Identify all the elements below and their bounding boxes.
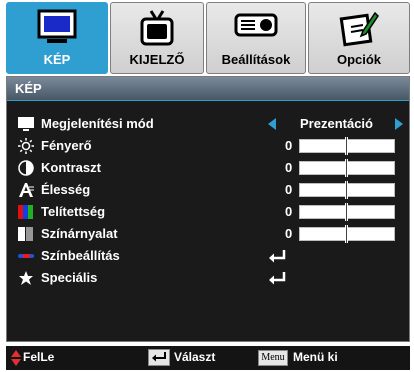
slider-knob[interactable] <box>345 203 348 221</box>
up-down-icon <box>10 349 22 372</box>
enter-key-icon <box>148 349 170 366</box>
row-label: Speciális <box>41 270 98 285</box>
sharpness-value: 0 <box>285 182 293 197</box>
row-label: Megjelenítési mód <box>41 116 154 131</box>
row-label: Színárnyalat <box>41 226 118 241</box>
slider-knob[interactable] <box>345 159 348 177</box>
saturation-value: 0 <box>285 204 293 219</box>
sharpness-icon <box>17 181 35 199</box>
tv-icon <box>137 9 177 52</box>
projector-icon <box>233 9 279 48</box>
menu-key-icon: Menu <box>258 350 288 366</box>
slider-knob[interactable] <box>345 137 348 155</box>
tab-opciok[interactable]: Opciók <box>308 2 410 74</box>
enter-icon[interactable] <box>266 247 288 265</box>
row-display-mode[interactable]: Megjelenítési mód Prezentáció <box>7 113 409 135</box>
tint-value: 0 <box>285 226 293 241</box>
tab-label: Beállítások <box>221 52 291 67</box>
tab-kijelzo[interactable]: KIJELZŐ <box>110 2 204 74</box>
monitor-icon <box>17 115 35 133</box>
saturation-icon <box>17 203 35 221</box>
contrast-value: 0 <box>285 160 293 175</box>
section-title: KÉP <box>15 81 42 96</box>
slider-knob[interactable] <box>345 181 348 199</box>
sun-icon <box>17 137 35 155</box>
row-sharpness[interactable]: Élesség 0 <box>7 179 409 201</box>
tint-slider[interactable] <box>299 225 395 243</box>
row-contrast[interactable]: Kontraszt 0 <box>7 157 409 179</box>
color-settings-icon <box>17 247 35 265</box>
row-label: Kontraszt <box>41 160 101 175</box>
osd-menu: KÉP KIJELZŐ Beállítások Opciók KÉP Megje… <box>0 0 414 372</box>
select-hint: Választ <box>174 350 216 364</box>
contrast-slider[interactable] <box>299 159 395 177</box>
row-advanced[interactable]: Speciális <box>7 267 409 289</box>
monitor-icon <box>37 9 77 50</box>
saturation-slider[interactable] <box>299 203 395 221</box>
row-color-settings[interactable]: Színbeállítás <box>7 245 409 267</box>
row-label: Színbeállítás <box>41 248 120 263</box>
settings-panel: KÉP Megjelenítési mód Prezentáció Fényer… <box>6 76 410 342</box>
row-brightness[interactable]: Fényerő 0 <box>7 135 409 157</box>
display-mode-value: Prezentáció <box>300 116 373 131</box>
tab-beallitasok[interactable]: Beállítások <box>206 2 306 74</box>
menu-tabs: KÉP KIJELZŐ Beállítások Opciók <box>6 2 410 74</box>
section-header: KÉP <box>7 77 409 101</box>
arrow-left-icon[interactable] <box>268 118 276 130</box>
brightness-slider[interactable] <box>299 137 395 155</box>
brightness-value: 0 <box>285 138 293 153</box>
exit-hint: Menü ki <box>293 350 338 364</box>
sharpness-slider[interactable] <box>299 181 395 199</box>
footer-hints: FelLe Választ Menu Menü ki <box>6 346 410 370</box>
enter-icon[interactable] <box>266 269 288 287</box>
tint-icon <box>17 225 35 243</box>
row-label: Élesség <box>41 182 91 197</box>
row-saturation[interactable]: Telítettség 0 <box>7 201 409 223</box>
advanced-icon <box>17 269 35 287</box>
edit-icon <box>339 9 379 52</box>
tab-label: KÉP <box>43 52 71 67</box>
row-label: Fényerő <box>41 138 92 153</box>
tab-label: Opciók <box>336 52 382 67</box>
tab-kep[interactable]: KÉP <box>6 2 108 74</box>
slider-knob[interactable] <box>345 225 348 243</box>
tab-label: KIJELZŐ <box>129 52 185 67</box>
row-tint[interactable]: Színárnyalat 0 <box>7 223 409 245</box>
contrast-icon <box>17 159 35 177</box>
move-hint: FelLe <box>23 350 55 364</box>
row-label: Telítettség <box>41 204 106 219</box>
arrow-right-icon[interactable] <box>395 118 403 130</box>
